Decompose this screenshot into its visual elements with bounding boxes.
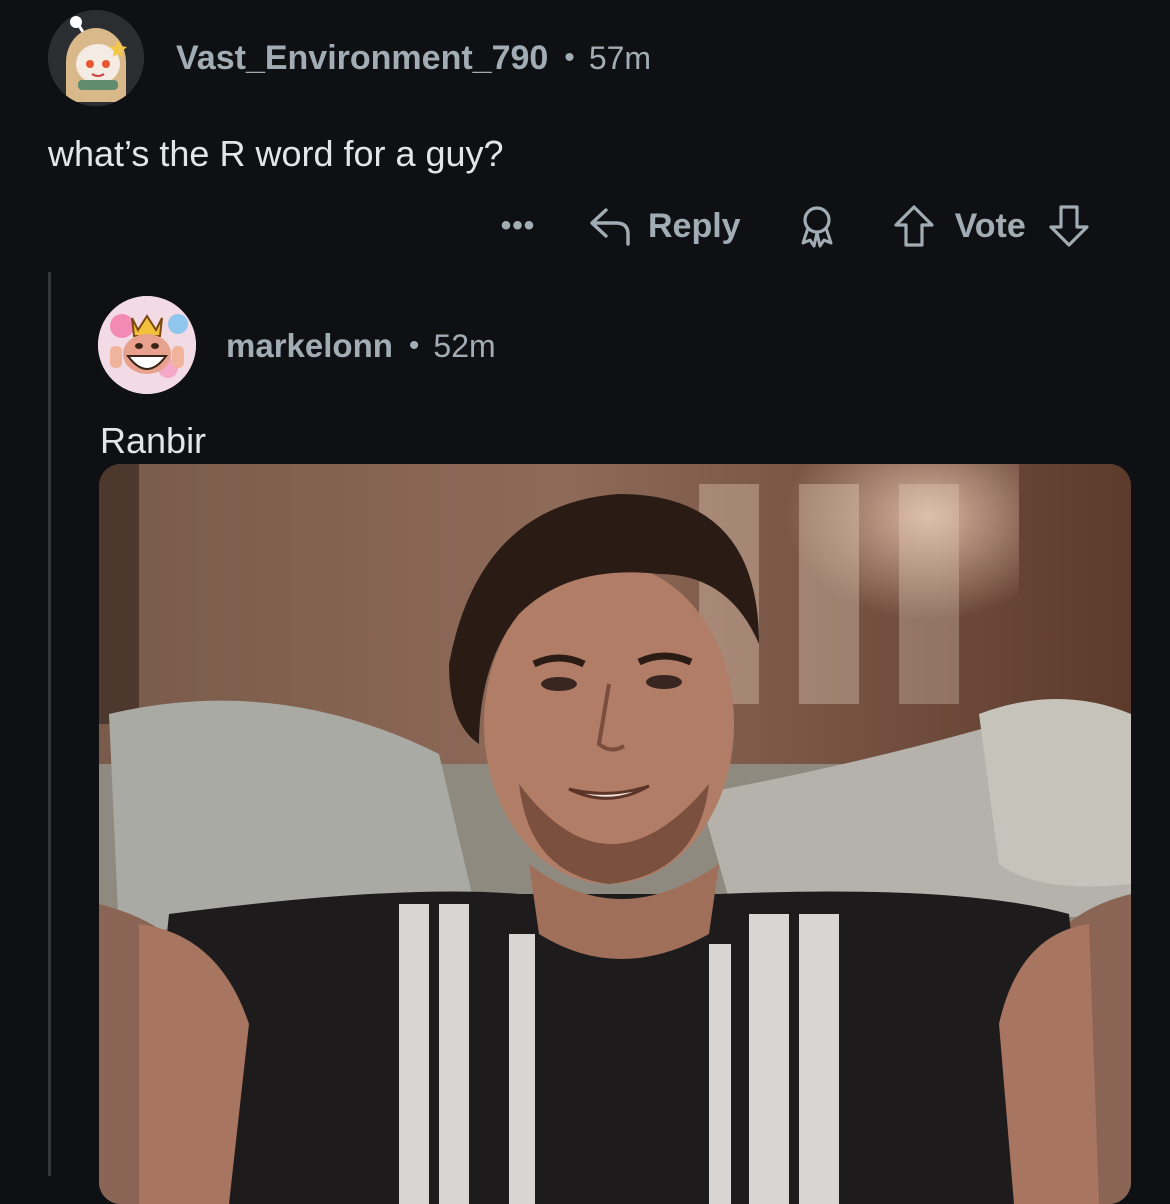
user-avatar[interactable] — [48, 10, 144, 106]
reply-username[interactable]: markelonn — [226, 327, 393, 365]
downvote-arrow-icon[interactable] — [1046, 203, 1092, 249]
meta-separator: • — [564, 41, 575, 74]
more-options-button[interactable]: ••• — [494, 202, 542, 250]
award-icon — [795, 203, 839, 249]
reply-body: Ranbir — [100, 420, 207, 461]
reply-timestamp: 52m — [433, 327, 496, 364]
reply-arrow-icon — [588, 204, 634, 248]
reply-user-avatar[interactable] — [98, 296, 196, 394]
thread-line[interactable] — [48, 272, 51, 1176]
vote-group: Vote — [891, 203, 1092, 249]
reply-meta-separator: • — [408, 329, 420, 362]
more-icon: ••• — [500, 209, 536, 242]
comment-action-bar: ••• Reply Vote — [494, 196, 1092, 256]
username[interactable]: Vast_Environment_790 — [176, 39, 548, 78]
gif-image — [99, 464, 1131, 1204]
award-button[interactable] — [795, 203, 839, 249]
comment-body: what’s the R word for a guy? — [48, 133, 504, 174]
clash-king-avatar-icon — [98, 296, 196, 394]
reply-button[interactable]: Reply — [588, 204, 741, 248]
reply-gif-media[interactable] — [99, 464, 1131, 1204]
upvote-arrow-icon[interactable] — [891, 203, 937, 249]
timestamp: 57m — [588, 39, 652, 76]
snoo-avatar-girl-icon — [48, 10, 144, 106]
author-row: Vast_Environment_790 • 57m — [176, 36, 651, 80]
reply-author-row: markelonn • 52m — [226, 324, 496, 368]
reply-label: Reply — [648, 206, 741, 245]
vote-count: Vote — [954, 206, 1026, 245]
